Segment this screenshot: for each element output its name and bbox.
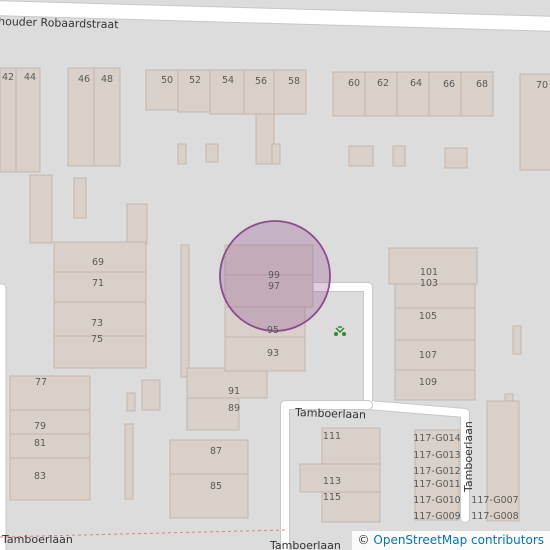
house-number: 91 [228,386,240,397]
house-number: 54 [222,75,234,86]
building [0,67,17,173]
house-number: 109 [419,377,437,388]
house-number: 105 [419,311,437,322]
house-number: 50 [161,75,173,86]
road-west [0,284,6,550]
house-number: 97 [268,281,280,292]
building [126,203,148,245]
house-number: 52 [189,75,201,86]
house-number: 117-G013 [413,450,460,461]
building [73,177,87,219]
street-label-tamboerlaan-vertical: Tamboerlaan [462,421,475,493]
house-number: 111 [323,431,341,442]
house-number: 60 [348,78,360,89]
building [205,143,219,163]
house-number: 117-G008 [471,511,518,522]
house-number: 95 [267,325,279,336]
house-number: 44 [24,72,36,83]
building [224,336,306,372]
street-label-tamboerlaan: Tamboerlaan [294,406,366,422]
openstreetmap-link[interactable]: OpenStreetMap contributors [373,533,544,547]
street-label-robaardstraat: houder Robaardstraat [0,15,119,31]
building [392,145,406,167]
house-number: 117-G010 [413,495,460,506]
house-number: 46 [78,74,90,85]
building [9,409,91,435]
house-number: 117-G012 [413,466,460,477]
map-canvas[interactable]: houder Robaardstraat Tamboerlaan Tamboer… [0,0,550,550]
house-number: 87 [210,446,222,457]
copyright-symbol: © [357,533,370,547]
street-label-tamboerlaan-left: Tamboerlaan [1,533,73,546]
building [9,375,91,411]
house-number: 85 [210,481,222,492]
building [15,67,41,173]
house-number: 71 [92,278,104,289]
house-number: 117-G009 [413,511,460,522]
house-number: 64 [410,78,422,89]
building [512,325,522,355]
house-number: 117-G007 [471,495,518,506]
house-number: 68 [476,79,488,90]
house-number: 101 [420,267,438,278]
building [180,244,190,378]
house-number: 83 [34,471,46,482]
house-number: 56 [255,76,267,87]
building [124,423,134,500]
house-number: 103 [420,278,438,289]
playground-icon [334,326,346,336]
house-number: 117-G014 [413,433,460,444]
house-number: 62 [377,78,389,89]
building [444,147,468,169]
house-number: 115 [323,492,341,503]
building [126,392,136,412]
house-number: 58 [288,76,300,87]
house-number: 113 [323,476,341,487]
building [29,174,53,244]
house-number: 75 [91,334,103,345]
house-number: 69 [92,257,104,268]
building [255,113,275,165]
house-number: 48 [101,74,113,85]
building [9,433,91,459]
house-number: 42 [2,72,14,83]
building [9,457,91,501]
house-number: 66 [443,79,455,90]
building [177,143,187,165]
house-number: 99 [268,270,280,281]
building [141,379,161,411]
house-number: 81 [34,438,46,449]
house-number: 107 [419,350,437,361]
house-number: 77 [35,377,47,388]
building [271,143,281,165]
street-label-tamboerlaan-bottom: Tamboerlaan [269,539,341,550]
house-number: 73 [91,318,103,329]
house-number: 117-G011 [413,479,460,490]
map-view[interactable]: houder Robaardstraat Tamboerlaan Tamboer… [0,0,550,550]
house-number: 93 [267,348,279,359]
house-number: 89 [228,403,240,414]
house-number: 79 [34,421,46,432]
building [348,145,374,167]
house-number: 70 [536,80,548,91]
map-attribution: © OpenStreetMap contributors [351,531,550,550]
